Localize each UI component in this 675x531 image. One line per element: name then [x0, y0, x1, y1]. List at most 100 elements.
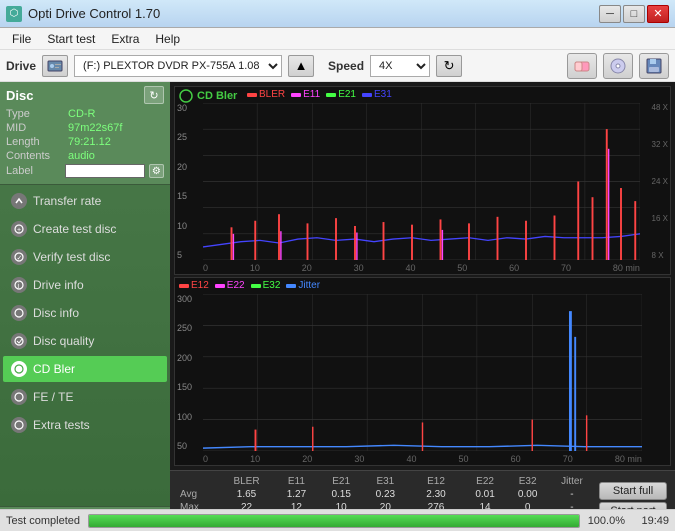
refresh-button[interactable]: ↻ [436, 55, 462, 77]
stats-col-e22: E22 [464, 475, 507, 488]
stats-avg-jitter: - [549, 488, 595, 501]
disc-label-settings-button[interactable]: ⚙ [149, 164, 164, 178]
sidebar-item-disc-quality[interactable]: Disc quality [3, 328, 167, 354]
sidebar-item-create-test-disc[interactable]: + Create test disc [3, 216, 167, 242]
sidebar-item-drive-info[interactable]: i Drive info [3, 272, 167, 298]
stats-col-e11: E11 [273, 475, 320, 488]
stats-avg-e21: 0.15 [320, 488, 363, 501]
disc-label-input[interactable] [65, 164, 145, 178]
progress-bar-container: Test completed 100.0% 19:49 [0, 509, 675, 531]
extra-tests-label: Extra tests [33, 418, 90, 432]
title-bar: ⬡ Opti Drive Control 1.70 ─ □ ✕ [0, 0, 675, 28]
eject-button[interactable]: ▲ [288, 55, 314, 77]
svg-text:✓: ✓ [17, 255, 23, 262]
title-bar-left: ⬡ Opti Drive Control 1.70 [6, 6, 160, 22]
legend-e22: E22 [215, 280, 245, 291]
disc-button[interactable] [603, 53, 633, 79]
sidebar-item-disc-info[interactable]: Disc info [3, 300, 167, 326]
legend-jitter: Jitter [286, 280, 320, 291]
legend-e11-dot [291, 93, 301, 97]
chart2-svg [203, 294, 642, 451]
sidebar-item-transfer-rate[interactable]: Transfer rate [3, 188, 167, 214]
disc-length-key: Length [6, 136, 64, 148]
disc-mid-val: 97m22s67f [68, 122, 122, 134]
progress-percent: 100.0% [588, 515, 625, 527]
menu-extra[interactable]: Extra [103, 30, 147, 48]
chart1-x-labels: 0 10 20 30 40 50 60 70 80 min [203, 263, 640, 273]
disc-quality-label: Disc quality [33, 334, 94, 348]
legend-e32-label: E32 [263, 280, 281, 291]
legend-jitter-dot [286, 284, 296, 288]
transfer-rate-icon [11, 193, 27, 209]
chart-jitter-panel: E12 E22 E32 Jitter [174, 277, 671, 466]
legend-e21-dot [326, 93, 336, 97]
stats-col-jitter: Jitter [549, 475, 595, 488]
stats-avg-bler: 1.65 [220, 488, 273, 501]
stats-col-e31: E31 [362, 475, 408, 488]
chart1-y-right-labels: 48 X 32 X 24 X 16 X 8 X [652, 103, 668, 260]
chart1-svg [203, 103, 640, 260]
legend-e22-dot [215, 284, 225, 288]
legend-e11-label: E11 [303, 89, 320, 100]
progress-bar-inner [89, 515, 579, 527]
legend-e21-label: E21 [338, 89, 356, 100]
drive-info-icon: i [11, 277, 27, 293]
stats-col-empty [178, 475, 220, 488]
chart1-legend: BLER E11 E21 E31 [247, 89, 392, 100]
legend-e12-label: E12 [191, 280, 209, 291]
menu-help[interactable]: Help [147, 30, 188, 48]
cd-bler-icon [11, 361, 27, 377]
stats-avg-e12: 2.30 [408, 488, 464, 501]
legend-e31: E31 [362, 89, 392, 100]
stats-avg-e32: 0.00 [506, 488, 549, 501]
legend-e22-label: E22 [227, 280, 245, 291]
disc-section-title: Disc [6, 88, 33, 103]
stats-avg-e31: 0.23 [362, 488, 408, 501]
window-controls: ─ □ ✕ [599, 5, 669, 23]
progress-time: 19:49 [633, 515, 669, 527]
sidebar-item-fe-te[interactable]: FE / TE [3, 384, 167, 410]
legend-e31-dot [362, 93, 372, 97]
drive-toolbar: Drive (F:) PLEXTOR DVDR PX-755A 1.08 ▲ S… [0, 50, 675, 82]
disc-refresh-button[interactable]: ↻ [144, 86, 164, 104]
legend-e12-dot [179, 284, 189, 288]
verify-test-disc-label: Verify test disc [33, 250, 110, 264]
legend-e11: E11 [291, 89, 320, 100]
drive-icon [42, 55, 68, 77]
sidebar-item-cd-bler[interactable]: CD Bler [3, 356, 167, 382]
start-full-button[interactable]: Start full [599, 482, 667, 500]
sidebar-item-verify-test-disc[interactable]: ✓ Verify test disc [3, 244, 167, 270]
disc-info-icon [11, 305, 27, 321]
eraser-button[interactable] [567, 53, 597, 79]
legend-e32: E32 [251, 280, 281, 291]
legend-bler-dot [247, 93, 257, 97]
disc-length-val: 79:21.12 [68, 136, 111, 148]
menu-start-test[interactable]: Start test [39, 30, 103, 48]
drive-info-label: Drive info [33, 278, 84, 292]
disc-type-val: CD-R [68, 108, 96, 120]
drive-select[interactable]: (F:) PLEXTOR DVDR PX-755A 1.08 [74, 55, 282, 77]
legend-e21: E21 [326, 89, 356, 100]
svg-text:+: + [17, 227, 21, 234]
extra-tests-icon [11, 417, 27, 433]
menu-bar: File Start test Extra Help [0, 28, 675, 50]
chart2-y-labels: 300 250 200 150 100 50 [177, 294, 192, 451]
close-button[interactable]: ✕ [647, 5, 669, 23]
cd-bler-chart-icon [179, 89, 193, 103]
menu-file[interactable]: File [4, 30, 39, 48]
minimize-button[interactable]: ─ [599, 5, 621, 23]
create-test-disc-icon: + [11, 221, 27, 237]
speed-label: Speed [328, 59, 364, 73]
stats-avg-e11: 1.27 [273, 488, 320, 501]
stats-row-avg: Avg 1.65 1.27 0.15 0.23 2.30 0.01 0.00 - [178, 488, 595, 501]
sidebar-item-extra-tests[interactable]: Extra tests [3, 412, 167, 438]
speed-select[interactable]: 4X [370, 55, 430, 77]
chart1-y-labels: 30 25 20 15 10 5 [177, 103, 187, 260]
save-button[interactable] [639, 53, 669, 79]
content-area: CD Bler BLER E11 E21 [170, 82, 675, 531]
legend-e31-label: E31 [374, 89, 392, 100]
app-title: Opti Drive Control 1.70 [28, 6, 160, 21]
maximize-button[interactable]: □ [623, 5, 645, 23]
drive-label: Drive [6, 59, 36, 73]
disc-contents-val: audio [68, 150, 95, 162]
